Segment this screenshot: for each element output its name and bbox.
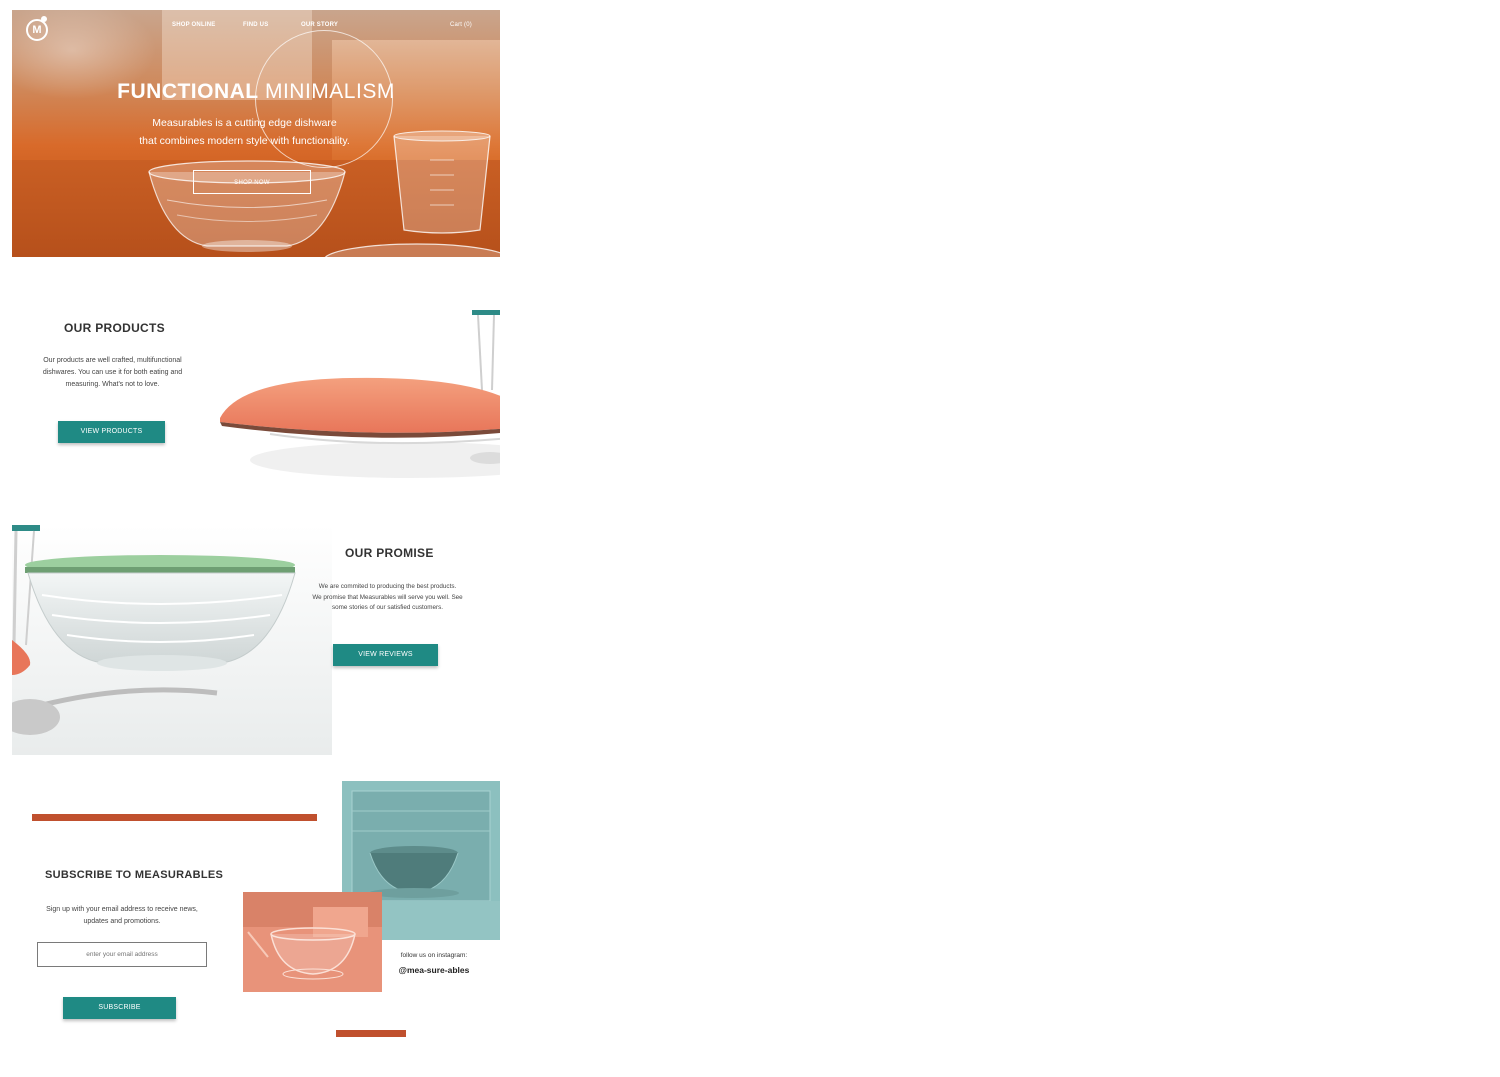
hero-title-light: MINIMALISM <box>264 80 395 103</box>
products-text-line-1: Our products are well crafted, multifunc… <box>43 357 182 364</box>
instagram-photo-bowl[interactable] <box>243 892 382 992</box>
subscribe-text-line-1: Sign up with your email address to recei… <box>46 906 198 913</box>
hero-subtitle-line-2: that combines modern style with function… <box>139 135 350 147</box>
promise-text-line-2: We promise that Measurables will serve y… <box>312 593 463 601</box>
subscribe-title: SUBSCRIBE TO MEASURABLES <box>45 869 224 881</box>
brand-logo[interactable]: M <box>26 19 48 41</box>
hero-title-bold: FUNCTIONAL <box>117 80 259 103</box>
hero-banner: M SHOP ONLINE FIND US OUR STORY Cart (0)… <box>12 10 500 257</box>
instagram-label: follow us on instagram: <box>400 952 468 959</box>
promise-bowl-image <box>12 525 332 755</box>
shop-now-button[interactable]: SHOP NOW <box>193 170 311 194</box>
products-text-line-3: measuring. What's not to love. <box>65 381 160 388</box>
subscribe-accent-bar-bottom <box>336 1030 406 1037</box>
subscribe-button[interactable]: SUBSCRIBE <box>63 997 176 1019</box>
hero-subtitle-line-1: Measurables is a cutting edge dishware <box>152 117 337 129</box>
subscribe-text-line-2: updates and promotions. <box>83 918 161 925</box>
products-description: Our products are well crafted, multifunc… <box>20 355 205 391</box>
nav-shop-online[interactable]: SHOP ONLINE <box>172 22 215 28</box>
view-reviews-button[interactable]: VIEW REVIEWS <box>333 644 438 666</box>
promise-description: We are commited to producing the best pr… <box>295 582 480 614</box>
nav-cart[interactable]: Cart (0) <box>450 22 472 28</box>
logo-accent-dot <box>41 16 47 22</box>
hero-subtitle: Measurables is a cutting edge dishware t… <box>122 114 367 150</box>
promise-title: OUR PROMISE <box>345 546 434 560</box>
products-title: OUR PRODUCTS <box>64 321 165 335</box>
promise-text-line-1: We are commited to producing the best pr… <box>318 583 457 590</box>
subscribe-description: Sign up with your email address to recei… <box>28 904 216 928</box>
promise-text-line-3: some stories of our satisfied customers. <box>332 604 443 611</box>
logo-letter: M <box>32 24 42 36</box>
products-text-line-2: dishwares. You can use it for both eatin… <box>42 369 183 376</box>
hero-glass-cup-image <box>393 130 491 234</box>
email-input[interactable] <box>37 942 207 967</box>
view-products-button[interactable]: VIEW PRODUCTS <box>58 421 165 443</box>
nav-find-us[interactable]: FIND US <box>243 22 268 28</box>
coral-bowl-illustration <box>243 892 382 992</box>
nav-our-story[interactable]: OUR STORY <box>301 22 338 28</box>
hero-title: FUNCTIONAL MINIMALISM <box>12 80 500 104</box>
subscribe-accent-bar-top <box>32 814 317 821</box>
instagram-handle-link[interactable]: @mea-sure-ables <box>390 965 478 975</box>
products-coral-lid-image <box>220 310 500 478</box>
hero-glass-plate-image <box>324 243 500 257</box>
